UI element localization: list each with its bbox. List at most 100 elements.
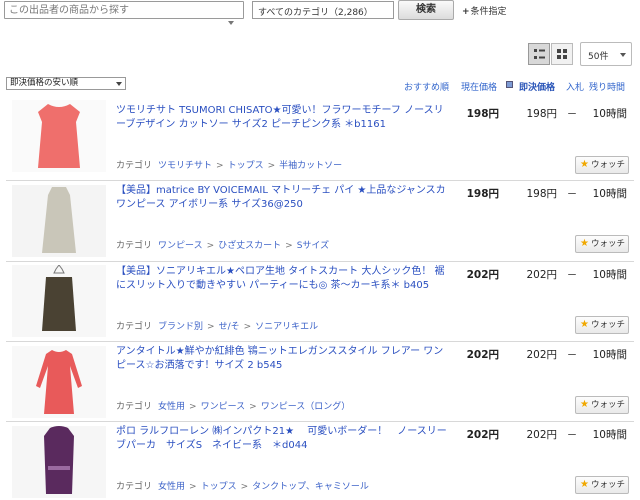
category-label: カテゴリ [116,322,153,332]
list-view-button[interactable] [528,43,550,65]
item-remaining-time: 10時間 [592,108,627,120]
category-label: カテゴリ [116,241,153,251]
dress-image [12,185,106,257]
per-page-value: 50件 [588,52,609,62]
star-icon: ★ [580,319,589,330]
item-remaining-time: 10時間 [592,269,627,281]
category-link[interactable]: ワンピース [158,241,203,251]
item-current-price: 202円 [466,429,499,441]
conditions-link[interactable]: +条件指定 [462,4,507,17]
watch-button[interactable]: ★ ウォッチ [575,316,629,334]
dress-image [12,346,106,418]
item-title-link[interactable]: 【美品】ソニアリキエル★ペロア生地 タイトスカート 大人シック色！ 裾にスリット… [116,265,453,293]
plus-icon: + [462,7,470,17]
watch-button[interactable]: ★ ウォッチ [575,235,629,253]
item-buyout-price: 198円 [526,108,557,120]
list-view-icon [534,49,545,59]
chevron-down-icon [228,21,234,25]
category-link[interactable]: ソニアリキエル [255,322,318,332]
item-buyout-price: 202円 [526,269,557,281]
item-current-price: 198円 [466,108,499,120]
watch-label: ウォッチ [590,480,625,490]
category-label: カテゴリ [116,482,153,492]
item-category-path: カテゴリ ブランド別 > せ/そ > ソニアリキエル [116,322,319,332]
item-bids: － [566,429,578,441]
search-button[interactable]: 検索 [398,0,454,20]
sleeveless-top-image [12,100,106,172]
watch-button[interactable]: ★ ウォッチ [575,156,629,174]
category-link[interactable]: ワンピース [201,402,246,412]
category-label: カテゴリ [116,402,153,412]
item-current-price: 202円 [466,349,499,361]
item-buyout-price: 198円 [526,188,557,200]
item-title-link[interactable]: ツモリチサト TSUMORI CHISATO★可愛い！フラワーモチーフ ノースリ… [116,104,453,132]
watch-label: ウォッチ [590,320,625,330]
item-thumbnail[interactable] [12,265,106,337]
item-divider [6,261,634,262]
item-current-price: 198円 [466,188,499,200]
category-link[interactable]: せ/そ [219,322,240,332]
item-current-price: 202円 [466,269,499,281]
item-remaining-time: 10時間 [592,349,627,361]
star-icon: ★ [580,399,589,410]
watch-label: ウォッチ [590,239,625,249]
item-thumbnail[interactable] [12,185,106,257]
sort-select-value: 即決価格の安い順 [10,78,79,88]
item-category-path: カテゴリ ワンピース > ひざ丈スカート > Sサイズ [116,241,330,251]
category-link[interactable]: トップス [228,161,264,171]
item-category-path: カテゴリ 女性用 > トップス > タンクトップ、キャミソール [116,482,369,492]
category-select[interactable]: すべてのカテゴリ（2,286） [252,1,394,19]
per-page-select[interactable]: 50件 [580,42,632,66]
skirt-image [12,265,106,337]
hoodie-image [12,426,106,498]
sort-current-price[interactable]: 現在価格 [461,80,497,93]
watch-button[interactable]: ★ ウォッチ [575,396,629,414]
conditions-label: 条件指定 [470,7,507,17]
item-divider [6,180,634,181]
category-link[interactable]: 女性用 [158,402,185,412]
item-bids: － [566,349,578,361]
category-link[interactable]: ワンピース（ロング） [261,402,351,412]
item-title-link[interactable]: ポロ ラルフローレン ㈱インパクト21★ 可愛いボーダー！ ノースリーブパーカ … [116,425,453,453]
sort-recommended[interactable]: おすすめ順 [404,80,449,93]
item-bids: － [566,269,578,281]
item-remaining-time: 10時間 [592,188,627,200]
item-thumbnail[interactable] [12,346,106,418]
item-thumbnail[interactable] [12,426,106,498]
sort-buyout-price[interactable]: 即決価格 [519,80,555,93]
sort-select[interactable]: 即決価格の安い順 [6,77,126,90]
item-title-link[interactable]: アンタイトル★鮮やか紅緋色 鴇ニットエレガンススタイル フレアー ワンピース☆お… [116,345,453,373]
star-icon: ★ [580,238,589,249]
item-remaining-time: 10時間 [592,429,627,441]
item-divider [6,421,634,422]
grid-view-button[interactable] [551,43,573,65]
item-thumbnail[interactable] [12,100,106,172]
item-buyout-price: 202円 [526,429,557,441]
search-input[interactable] [4,1,244,19]
chevron-down-icon [620,53,626,57]
chevron-down-icon [116,82,122,86]
item-category-path: カテゴリ 女性用 > ワンピース > ワンピース（ロング） [116,402,351,412]
category-link[interactable]: ツモリチサト [158,161,212,171]
item-divider [6,341,634,342]
sort-active-icon [506,81,513,88]
star-icon: ★ [580,159,589,170]
sort-remaining[interactable]: 残り時間 [589,80,625,93]
watch-label: ウォッチ [590,400,625,410]
category-link[interactable]: タンクトップ、キャミソール [252,482,369,492]
category-link[interactable]: トップス [201,482,237,492]
category-link[interactable]: ひざ丈スカート [218,241,281,251]
category-link[interactable]: Sサイズ [297,241,329,251]
item-title-link[interactable]: 【美品】matrice BY VOICEMAIL マトリーチェ パイ ★上品なジ… [116,184,453,212]
category-label: カテゴリ [116,161,153,171]
category-link[interactable]: 女性用 [158,482,185,492]
item-buyout-price: 202円 [526,349,557,361]
category-link[interactable]: ブランド別 [158,322,203,332]
watch-label: ウォッチ [590,160,625,170]
sort-bids[interactable]: 入札 [566,80,584,93]
watch-button[interactable]: ★ ウォッチ [575,476,629,494]
grid-view-icon [557,49,567,59]
category-link[interactable]: 半袖カットソー [279,161,342,171]
item-bids: － [566,188,578,200]
star-icon: ★ [580,479,589,490]
